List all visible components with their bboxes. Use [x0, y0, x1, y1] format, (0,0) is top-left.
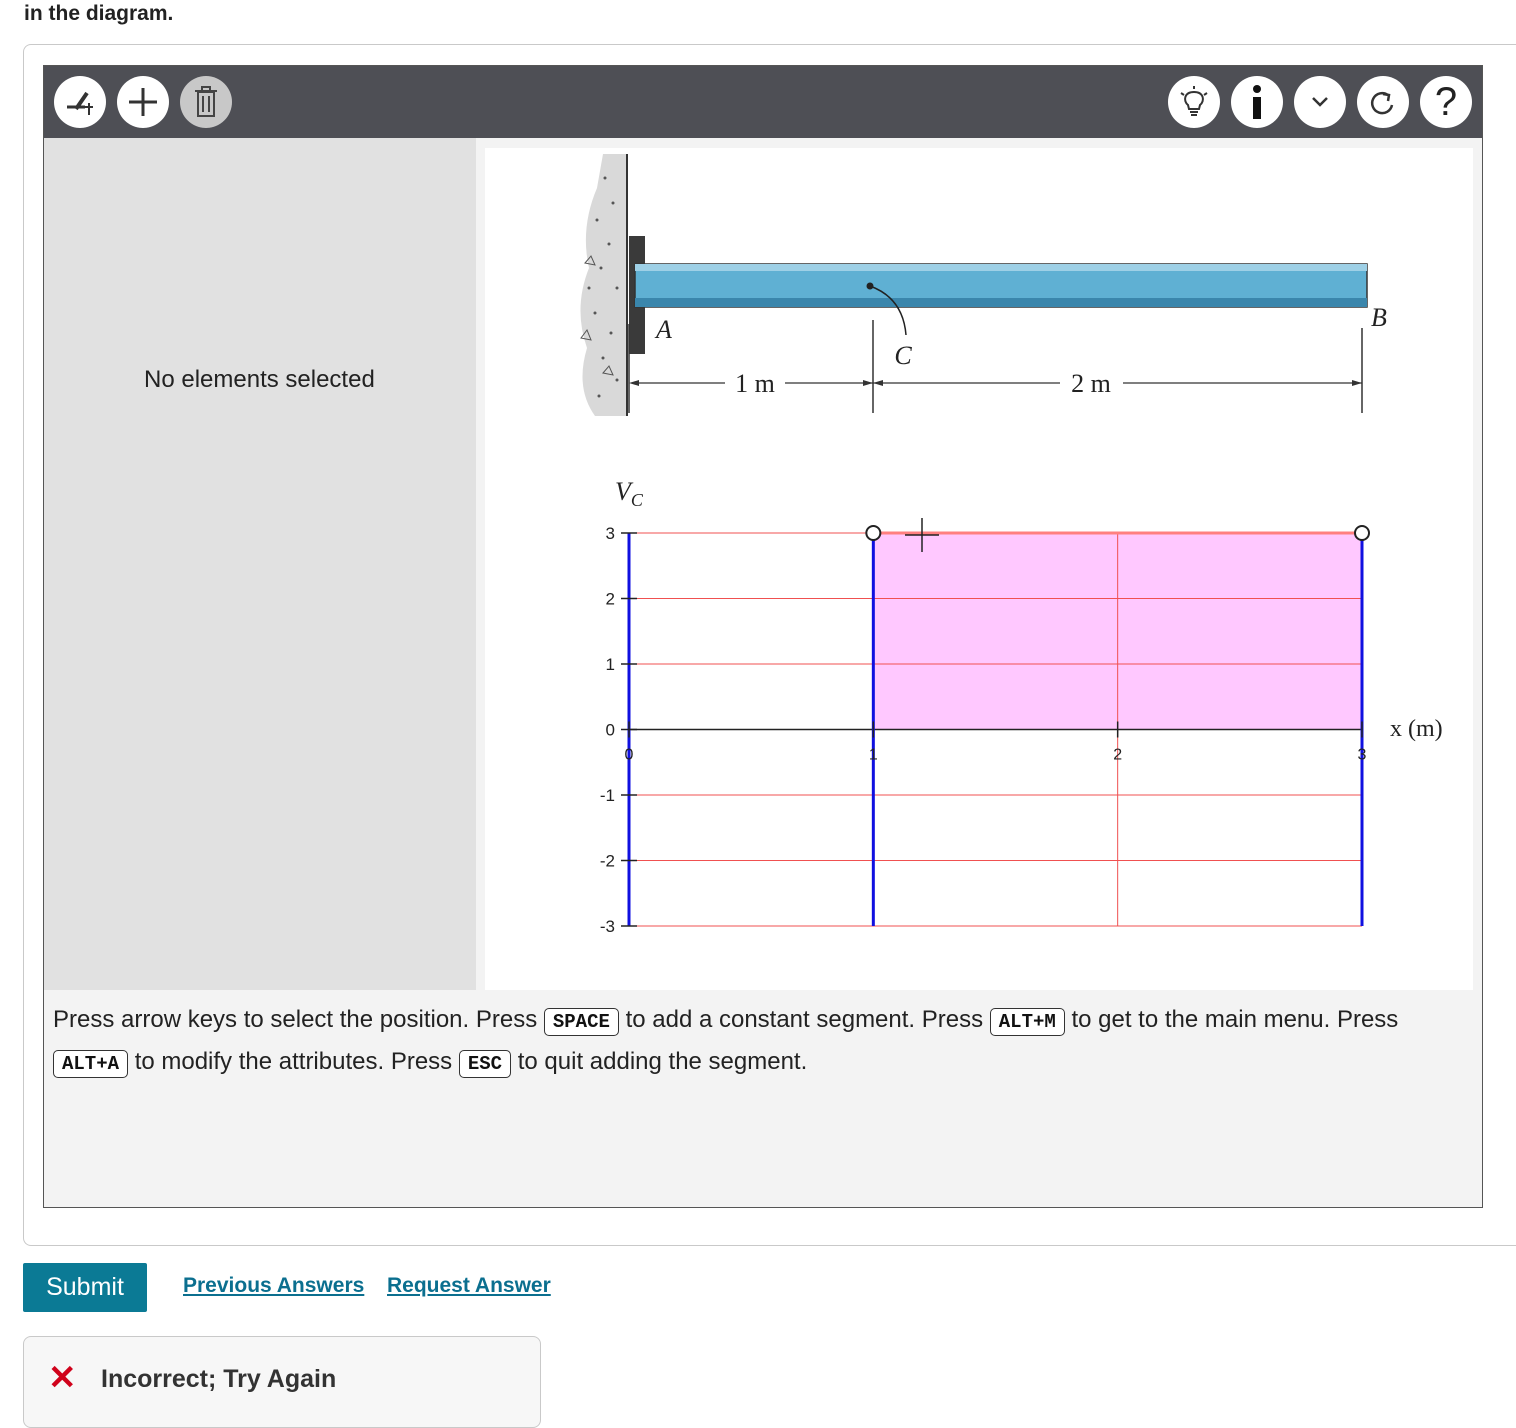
info-icon [1253, 85, 1261, 119]
expand-button[interactable] [1294, 76, 1346, 128]
x-axis-label: x (m) [1390, 716, 1443, 742]
lightbulb-icon [1180, 86, 1208, 116]
help-icon: ? [1434, 80, 1458, 124]
help-button[interactable]: ? [1420, 76, 1472, 128]
dim-1m: 1 m [735, 369, 775, 398]
segment-endpoint-handle[interactable] [865, 525, 882, 541]
x-tick-label: 2 [1113, 747, 1122, 764]
request-answer-link[interactable]: Request Answer [387, 1274, 551, 1298]
question-text: in the diagram. [24, 2, 174, 25]
x-tick-label: 0 [625, 747, 634, 764]
hint-text: to get to the main menu. Press [1071, 1006, 1399, 1033]
wall-support [580, 154, 627, 416]
y-tick-label: 2 [606, 590, 615, 609]
y-tick-label: 0 [606, 721, 615, 740]
reset-button[interactable] [1357, 76, 1409, 128]
hint-button[interactable] [1168, 76, 1220, 128]
key-alt-m: ALT+M [989, 1008, 1065, 1036]
key-esc: ESC [458, 1050, 512, 1078]
y-tick-label: -1 [600, 786, 615, 805]
delete-button[interactable] [180, 76, 232, 128]
drawing-canvas[interactable]: 1 m 2 m A C B 3 2 1 0 -1 -2 -3 0 1 2 3 VC x (m) [485, 148, 1473, 990]
chevron-down-icon [1312, 97, 1328, 107]
key-alt-a: ALT+A [53, 1050, 129, 1078]
previous-answers-link[interactable]: Previous Answers [183, 1274, 364, 1298]
hint-text: to add a constant segment. Press [625, 1006, 984, 1033]
label-a: A [654, 315, 672, 344]
trash-icon [195, 86, 217, 117]
x-tick-label: 3 [1358, 747, 1367, 764]
beam-figure: 1 m 2 m A C B [580, 154, 1387, 416]
plus-icon [129, 88, 157, 116]
label-c: C [894, 341, 912, 370]
y-axis-label: VC [615, 477, 644, 510]
plot-area[interactable]: 3 2 1 0 -1 -2 -3 0 1 2 3 [600, 524, 1370, 936]
feedback-box: ✕ Incorrect; Try Again [23, 1336, 541, 1428]
x-tick-label: 1 [869, 747, 878, 764]
dim-2m: 2 m [1071, 369, 1111, 398]
add-segment-icon [67, 91, 93, 115]
add-segment-button[interactable] [54, 76, 106, 128]
y-tick-label: 1 [606, 655, 615, 674]
y-tick-label: -2 [600, 852, 615, 871]
add-button[interactable] [117, 76, 169, 128]
y-tick-label: 3 [606, 524, 615, 543]
hint-text: to quit adding the segment. [517, 1048, 808, 1075]
selection-status: No elements selected [144, 366, 375, 393]
y-tick-label: -3 [600, 917, 615, 936]
redo-icon [1371, 91, 1394, 115]
toolbar: ? [44, 66, 1482, 138]
keyboard-hint: Press arrow keys to select the position.… [53, 1000, 1453, 1084]
shear-diagram[interactable]: 1 m 2 m A C B 3 2 1 0 -1 -2 -3 0 1 2 3 VC x (m) [485, 148, 1473, 990]
label-b: B [1371, 303, 1387, 332]
key-space: SPACE [543, 1008, 619, 1036]
submit-button[interactable]: Submit [23, 1263, 147, 1312]
error-icon: ✕ [48, 1359, 77, 1397]
hint-text: Press arrow keys to select the position.… [53, 1006, 538, 1033]
properties-panel: No elements selected [44, 138, 476, 990]
graph-tool: ? No elements selected 1 m 2 m A C B 3 2… [43, 65, 1483, 1208]
feedback-text: Incorrect; Try Again [101, 1365, 337, 1393]
info-button[interactable] [1231, 76, 1283, 128]
hint-text: to modify the attributes. Press [134, 1048, 453, 1075]
segment-endpoint-handle[interactable] [1354, 525, 1370, 541]
